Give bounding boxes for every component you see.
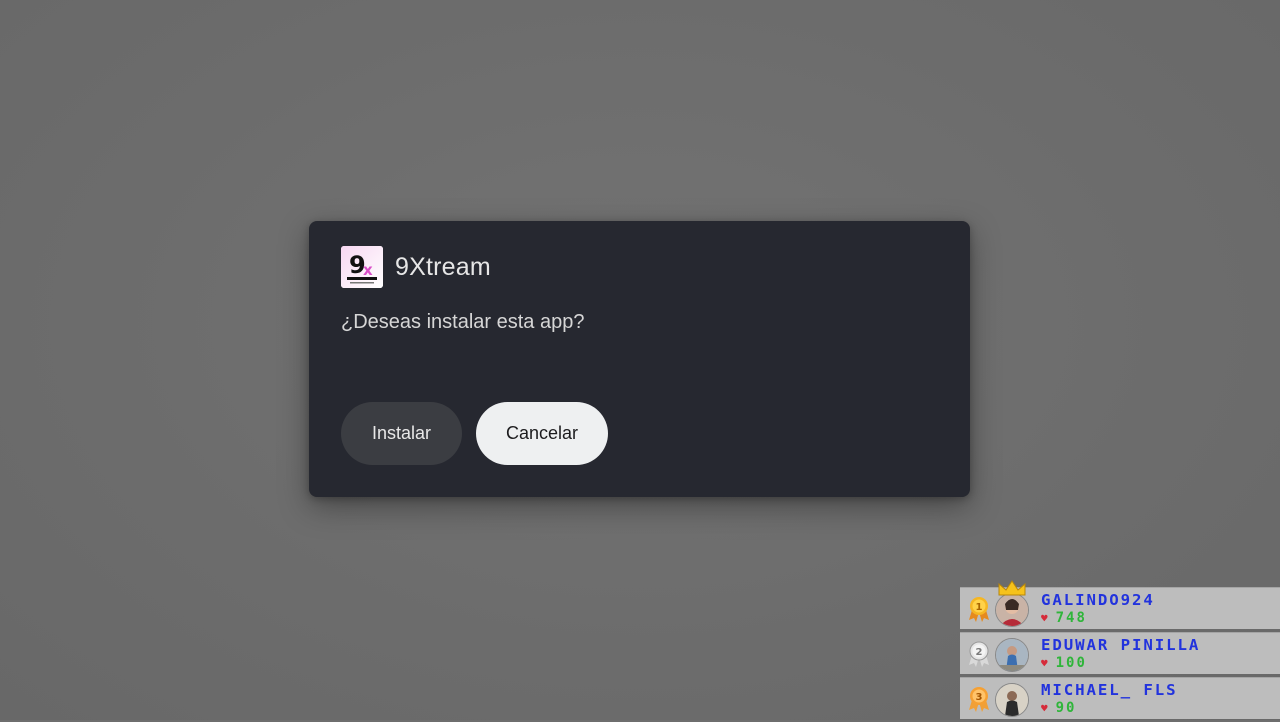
svg-text:2: 2 xyxy=(976,647,983,658)
avatar xyxy=(995,593,1029,627)
leaderboard-score: ♥ 90 xyxy=(1041,700,1076,716)
heart-icon: ♥ xyxy=(1041,656,1050,670)
bronze-medal-icon: 3 xyxy=(969,687,989,712)
leaderboard-row: 2 EDUWAR PINILLA ♥ 100 xyxy=(960,632,1280,674)
svg-text:3: 3 xyxy=(976,692,983,703)
heart-icon: ♥ xyxy=(1041,611,1050,625)
heart-icon: ♥ xyxy=(1041,701,1050,715)
leaderboard-row: 3 MICHAEL_ FLS ♥ 90 xyxy=(960,677,1280,719)
score-value: 90 xyxy=(1055,700,1077,716)
gold-medal-icon: 1 xyxy=(969,597,989,622)
leaderboard-name: GALINDO924 xyxy=(1041,591,1155,609)
app-title: 9Xtream xyxy=(395,252,491,281)
cancel-button[interactable]: Cancelar xyxy=(476,402,608,465)
install-button[interactable]: Instalar xyxy=(341,402,462,465)
install-prompt: ¿Deseas instalar esta app? xyxy=(341,311,585,333)
svg-text:x: x xyxy=(363,261,373,279)
crown-icon xyxy=(998,580,1026,596)
score-value: 100 xyxy=(1055,655,1087,671)
silver-medal-icon: 2 xyxy=(969,641,989,667)
leaderboard-row: 1 GALINDO924 ♥ 748 xyxy=(960,580,1280,629)
leaderboard-score: ♥ 100 xyxy=(1041,655,1087,671)
svg-text:1: 1 xyxy=(976,602,983,613)
install-dialog: 9 x 9Xtream ¿Deseas instalar esta app? I… xyxy=(309,221,970,497)
app-icon: 9 x xyxy=(341,246,383,288)
score-value: 748 xyxy=(1055,610,1087,626)
leaderboard-name: EDUWAR PINILLA xyxy=(1041,636,1201,654)
dialog-header: 9 x 9Xtream xyxy=(341,245,491,289)
avatar xyxy=(995,638,1029,672)
leaderboard-score: ♥ 748 xyxy=(1041,610,1087,626)
avatar xyxy=(995,683,1029,717)
leaderboard-name: MICHAEL_ FLS xyxy=(1041,681,1178,699)
gift-leaderboard: 1 GALINDO924 ♥ 748 2 EDUWAR PINILLA ♥ 10… xyxy=(960,580,1280,722)
